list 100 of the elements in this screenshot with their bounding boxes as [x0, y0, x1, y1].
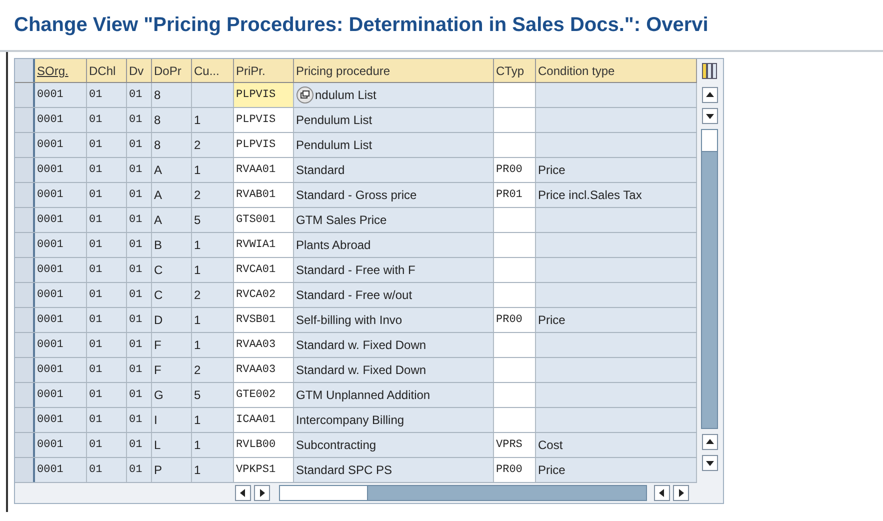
input-cell[interactable] [494, 133, 536, 157]
table-cell: 01 [127, 358, 152, 382]
scroll-thumb[interactable] [280, 486, 368, 500]
input-cell[interactable] [494, 208, 536, 232]
row-selector[interactable] [15, 208, 35, 232]
column-header[interactable]: Condition type [536, 59, 697, 82]
table-row[interactable]: 0001 01 01 B 1 RVWIA1 Plants Abroad [15, 233, 697, 258]
table-cell: 01 [87, 258, 127, 282]
input-cell[interactable]: VPKPS1 [234, 458, 294, 482]
table-row[interactable]: 0001 01 01 F 2 RVAA03 Standard w. Fixed Down [15, 358, 697, 383]
input-cell[interactable]: RVSB01 [234, 308, 294, 332]
column-header[interactable]: SOrg. [35, 59, 87, 82]
input-cell[interactable]: RVCA01 [234, 258, 294, 282]
table-cell: Standard - Free w/out [294, 283, 494, 307]
input-cell[interactable] [494, 83, 536, 107]
column-header[interactable]: CTyp [494, 59, 536, 82]
input-cell[interactable]: PLPVIS [234, 133, 294, 157]
table-cell: P [152, 458, 192, 482]
column-header[interactable]: DChl [87, 59, 127, 82]
row-selector[interactable] [15, 158, 35, 182]
scroll-right-button[interactable] [673, 485, 689, 501]
table-row[interactable]: 0001 01 01 C 2 RVCA02 Standard - Free w/out [15, 283, 697, 308]
input-cell[interactable] [494, 408, 536, 432]
table-cell: 2 [192, 183, 234, 207]
table-row[interactable]: 0001 01 01 I 1 ICAA01 Intercompany Billing [15, 408, 697, 433]
table-cell: 1 [192, 233, 234, 257]
row-selector[interactable] [15, 183, 35, 207]
table-row[interactable]: 0001 01 01 8 1 PLPVIS Pendulum List [15, 108, 697, 133]
row-selector[interactable] [15, 433, 35, 457]
column-header[interactable]: Pricing procedure [294, 59, 494, 82]
row-selector[interactable] [15, 308, 35, 332]
input-cell[interactable] [494, 333, 536, 357]
table-row[interactable]: 0001 01 01 P 1 VPKPS1 Standard SPC PS PR00 Price [15, 458, 697, 483]
table-cell: GTM Sales Price [294, 208, 494, 232]
input-cell[interactable]: PR00 [494, 158, 536, 182]
input-cell[interactable] [494, 233, 536, 257]
table-cell: Plants Abroad [294, 233, 494, 257]
input-cell[interactable]: RVWIA1 [234, 233, 294, 257]
input-cell[interactable] [494, 283, 536, 307]
scroll-down-button[interactable] [702, 108, 718, 124]
input-cell[interactable] [494, 108, 536, 132]
input-cell[interactable]: PR00 [494, 458, 536, 482]
table-row[interactable]: 0001 01 01 A 2 RVAB01 Standard - Gross price PR01 Price incl.Sales Tax [15, 183, 697, 208]
table-row[interactable]: 0001 01 01 L 1 RVLB00 Subcontracting VPRS Cost [15, 433, 697, 458]
input-cell[interactable]: RVAA03 [234, 333, 294, 357]
table-row[interactable]: 0001 01 01 F 1 RVAA03 Standard w. Fixed Down [15, 333, 697, 358]
table-row[interactable]: 0001 01 01 A 1 RVAA01 Standard PR00 Price [15, 158, 697, 183]
scroll-left-button[interactable] [654, 485, 670, 501]
input-cell[interactable]: PLPVIS [234, 83, 294, 107]
input-cell[interactable]: GTE002 [234, 383, 294, 407]
table-cell: C [152, 258, 192, 282]
table-row[interactable]: 0001 01 01 C 1 RVCA01 Standard - Free with F [15, 258, 697, 283]
table-row[interactable]: 0001 01 01 A 5 GTS001 GTM Sales Price [15, 208, 697, 233]
input-cell[interactable]: VPRS [494, 433, 536, 457]
scroll-up-button[interactable] [702, 434, 718, 450]
row-selector[interactable] [15, 283, 35, 307]
row-selector[interactable] [15, 408, 35, 432]
input-cell[interactable]: PR01 [494, 183, 536, 207]
table-row[interactable]: 0001 01 01 D 1 RVSB01 Self-billing with Invo PR00 Price [15, 308, 697, 333]
table-cell: 0001 [35, 283, 87, 307]
input-cell[interactable] [494, 358, 536, 382]
column-header[interactable]: PriPr. [234, 59, 294, 82]
triangle-up-icon [704, 437, 714, 447]
input-cell[interactable]: RVLB00 [234, 433, 294, 457]
input-cell[interactable]: RVAA03 [234, 358, 294, 382]
column-header[interactable]: Dv [127, 59, 152, 82]
row-selector[interactable] [15, 383, 35, 407]
column-header[interactable]: Cu... [192, 59, 234, 82]
table-row[interactable]: 0001 01 01 8 2 PLPVIS Pendulum List [15, 133, 697, 158]
input-cell[interactable]: ICAA01 [234, 408, 294, 432]
input-cell[interactable]: PR00 [494, 308, 536, 332]
row-selector[interactable] [15, 83, 35, 107]
input-cell[interactable]: RVAA01 [234, 158, 294, 182]
row-selector[interactable] [15, 258, 35, 282]
row-selector[interactable] [15, 133, 35, 157]
table-cell: 2 [192, 133, 234, 157]
row-selector[interactable] [15, 458, 35, 482]
input-cell[interactable]: GTS001 [234, 208, 294, 232]
scroll-thumb[interactable] [702, 130, 717, 152]
table-cell: 01 [87, 433, 127, 457]
row-selector[interactable] [15, 333, 35, 357]
scroll-down-button[interactable] [702, 455, 718, 471]
table-row[interactable]: 0001 01 01 G 5 GTE002 GTM Unplanned Addition [15, 383, 697, 408]
vertical-scrollbar[interactable] [701, 129, 718, 429]
scroll-up-button[interactable] [702, 87, 718, 103]
row-selector[interactable] [15, 358, 35, 382]
input-cell[interactable]: RVCA02 [234, 283, 294, 307]
input-cell[interactable] [494, 258, 536, 282]
scroll-right-button[interactable] [254, 485, 270, 501]
scroll-left-button[interactable] [235, 485, 251, 501]
input-cell[interactable]: RVAB01 [234, 183, 294, 207]
input-cell[interactable]: PLPVIS [234, 108, 294, 132]
input-cell[interactable] [494, 383, 536, 407]
horizontal-scrollbar[interactable] [279, 485, 647, 501]
row-selector[interactable] [15, 233, 35, 257]
select-all-cell[interactable] [15, 59, 35, 82]
table-row[interactable]: 0001 01 01 8 PLPVIS ndulum List [15, 83, 697, 108]
column-settings-icon[interactable] [702, 63, 718, 79]
column-header[interactable]: DoPr [152, 59, 192, 82]
row-selector[interactable] [15, 108, 35, 132]
